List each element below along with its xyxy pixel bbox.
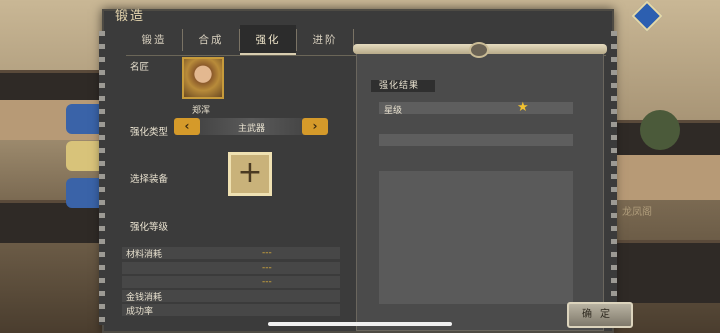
gold-cost-label: 金钱消耗: [126, 293, 163, 303]
next-type-button[interactable]: ›: [302, 118, 328, 135]
tab-enhance[interactable]: 强化: [240, 25, 296, 55]
star-icon: ★: [517, 100, 529, 115]
map-location-label: 龙凤阁: [622, 207, 652, 218]
enhance-type-value: 主武器: [238, 124, 266, 134]
select-equip-label: 选择装备: [130, 174, 169, 185]
prev-type-button[interactable]: ‹: [174, 118, 200, 135]
home-indicator: [268, 322, 452, 326]
confirm-button[interactable]: 确定: [567, 302, 633, 328]
result-row: [379, 134, 573, 146]
material-cost-label: 材料消耗: [126, 250, 163, 260]
material-value: ---: [262, 277, 272, 287]
building-roof: [0, 70, 110, 103]
side-menu-button[interactable]: [66, 141, 102, 171]
panel-border-left: [99, 31, 105, 325]
tree: [640, 110, 680, 150]
side-menu-button[interactable]: [66, 178, 102, 208]
material-value: ---: [262, 248, 272, 258]
gold-cost-row: 金钱消耗: [122, 290, 340, 303]
success-rate-row: 成功率: [122, 304, 340, 317]
result-detail-box: [379, 171, 573, 304]
result-header: 强化结果: [371, 80, 435, 92]
material-row: ---: [122, 276, 340, 288]
success-rate-label: 成功率: [126, 307, 154, 317]
smith-portrait[interactable]: [182, 57, 224, 99]
material-value: ---: [262, 263, 272, 273]
material-cost-row: 材料消耗 ---: [122, 247, 340, 260]
tab-advance[interactable]: 进阶: [297, 25, 353, 55]
window-title: 锻造: [115, 9, 146, 24]
panel-border-right: [611, 31, 617, 325]
scroll-ornament-icon: [469, 42, 489, 58]
material-row: ---: [122, 262, 340, 274]
star-level-label: 星级: [384, 106, 403, 116]
tab-forge[interactable]: 锻造: [126, 25, 182, 55]
building-wall: [612, 155, 720, 200]
result-scroll-panel: 强化结果 星级 ★: [353, 42, 607, 331]
add-equipment-button[interactable]: +: [228, 152, 272, 196]
tab-synthesize[interactable]: 合成: [183, 25, 239, 55]
smith-label: 名匠: [130, 62, 150, 73]
smith-name: 郑浑: [192, 106, 211, 116]
enhance-level-label: 强化等级: [130, 222, 169, 233]
kite-icon[interactable]: [631, 0, 663, 32]
enhance-type-label: 强化类型: [130, 127, 169, 138]
forge-panel: 锻造 锻造 合成 强化 进阶 名匠 郑浑 强化类型 主武器 ‹ › 选择装备 +…: [99, 9, 617, 333]
building-roof: [612, 240, 720, 303]
side-menu-button[interactable]: [66, 104, 102, 134]
star-level-row: 星级 ★: [379, 100, 573, 116]
